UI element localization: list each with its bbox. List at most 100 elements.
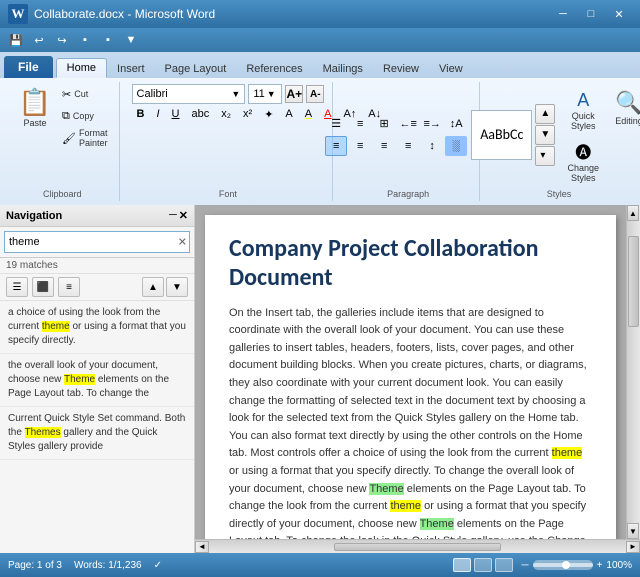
format-painter-button[interactable]: 🖌 Format Painter	[59, 128, 111, 148]
undo-qat-button[interactable]: ↩	[29, 31, 49, 49]
zoom-in-button[interactable]: +	[597, 560, 603, 571]
sort-button[interactable]: ↕A	[445, 114, 467, 134]
navigation-search-input[interactable]	[4, 231, 190, 253]
redo-qat-button[interactable]: ↪	[52, 31, 72, 49]
print-layout-button[interactable]	[453, 558, 471, 572]
search-highlight: theme	[42, 321, 70, 332]
web-layout-button[interactable]	[495, 558, 513, 572]
vertical-scrollbar[interactable]: ▲ ▼	[626, 205, 640, 539]
minimize-button[interactable]: ─	[550, 4, 576, 24]
document-page: Company Project Collaboration Document O…	[205, 215, 616, 539]
nav-close-icon[interactable]: ✕	[179, 209, 188, 222]
close-button[interactable]: ✕	[606, 4, 632, 24]
styles-label: Styles	[484, 189, 634, 199]
change-styles-label: ChangeStyles	[568, 163, 600, 183]
nav-minimize-icon[interactable]: ─	[169, 209, 177, 222]
align-right-button[interactable]: ≡	[373, 136, 395, 156]
scroll-right-button[interactable]: ►	[626, 541, 640, 553]
copy-button[interactable]: ⧉ Copy	[59, 106, 111, 126]
subscript-button[interactable]: x₂	[216, 106, 236, 126]
tab-view[interactable]: View	[429, 60, 473, 78]
font-size-value: 11	[253, 88, 264, 100]
indent-increase-button[interactable]: ≡→	[421, 114, 443, 134]
font-size-decrease-button[interactable]: A-	[306, 85, 324, 103]
nav-result-item[interactable]: a choice of using the look from the curr…	[0, 301, 194, 354]
page-indicator: Page: 1 of 3	[8, 560, 62, 571]
zoom-out-button[interactable]: ─	[521, 560, 528, 571]
font-name-selector[interactable]: Calibri ▼	[132, 84, 246, 104]
full-screen-button[interactable]	[474, 558, 492, 572]
justify-button[interactable]: ≡	[397, 136, 419, 156]
tab-home[interactable]: Home	[56, 58, 107, 78]
theme-highlight-3: theme	[390, 500, 421, 512]
tab-file[interactable]: File	[4, 56, 53, 78]
styles-scroll-down-button[interactable]: ▼	[535, 125, 555, 145]
styles-more-button[interactable]: ▾	[535, 146, 555, 166]
maximize-button[interactable]: □	[578, 4, 604, 24]
nav-results-button[interactable]: ≡	[58, 277, 80, 297]
document-scroll-area[interactable]: Company Project Collaboration Document O…	[195, 205, 626, 539]
nav-result-item[interactable]: the overall look of your document, choos…	[0, 354, 194, 407]
multilevel-list-button[interactable]: ⊞	[373, 114, 395, 134]
tab-references[interactable]: References	[236, 60, 312, 78]
main-area: Navigation ─ ✕ ✕ 19 matches ☰ ⬛ ≡ ▲ ▼ a …	[0, 205, 640, 553]
qat-dropdown-button[interactable]: ▼	[121, 31, 141, 49]
bullets-button[interactable]: ☰	[325, 114, 347, 134]
align-center-button[interactable]: ≡	[349, 136, 371, 156]
qat-btn-4[interactable]: ▪	[75, 31, 95, 49]
tab-insert[interactable]: Insert	[107, 60, 155, 78]
quick-styles-button[interactable]: A QuickStyles	[561, 88, 605, 133]
styles-scroll-up-button[interactable]: ▲	[535, 104, 555, 124]
horizontal-scrollbar[interactable]: ◄ ►	[195, 539, 640, 553]
ribbon-tabs: File Home Insert Page Layout References …	[0, 52, 640, 78]
clear-format-button[interactable]: ✦	[259, 106, 278, 126]
scroll-thumb[interactable]	[628, 236, 639, 327]
change-styles-button[interactable]: 🅐 ChangeStyles	[561, 137, 605, 185]
format-painter-icon: 🖌	[62, 132, 76, 145]
paste-icon: 📋	[19, 86, 51, 118]
nav-next-button[interactable]: ▼	[166, 277, 188, 297]
nav-prev-button[interactable]: ▲	[142, 277, 164, 297]
navigation-search-area: ✕	[0, 227, 194, 258]
zoom-slider[interactable]	[533, 560, 593, 570]
font-name-value: Calibri	[137, 88, 168, 100]
font-size-dropdown-icon: ▼	[267, 89, 276, 99]
line-spacing-button[interactable]: ↕	[421, 136, 443, 156]
qat-btn-5[interactable]: ▪	[98, 31, 118, 49]
search-clear-button[interactable]: ✕	[178, 236, 187, 249]
tab-mailings[interactable]: Mailings	[313, 60, 373, 78]
font-size-selector[interactable]: 11 ▼	[248, 84, 282, 104]
text-highlight-button[interactable]: A	[300, 106, 317, 126]
scroll-left-button[interactable]: ◄	[195, 541, 209, 553]
paste-button[interactable]: 📋 Paste	[14, 84, 56, 148]
underline-button[interactable]: U	[167, 106, 185, 126]
editing-button[interactable]: 🔍 Editing	[611, 88, 640, 128]
nav-headings-button[interactable]: ☰	[6, 277, 28, 297]
editing-icon: 🔍	[615, 90, 640, 116]
word-count: Words: 1/1,236	[74, 560, 142, 571]
strikethrough-button[interactable]: abc	[187, 106, 215, 126]
shading-button[interactable]: ░	[445, 136, 467, 156]
scroll-up-button[interactable]: ▲	[627, 205, 639, 221]
clipboard-group: 📋 Paste ✂ Cut ⧉ Copy 🖌 Format Painter	[6, 82, 120, 201]
nav-result-item[interactable]: Current Quick Style Set command. Both th…	[0, 407, 194, 460]
scroll-down-button[interactable]: ▼	[627, 523, 639, 539]
tab-review[interactable]: Review	[373, 60, 429, 78]
style-preview-area[interactable]: AaBbCc	[471, 110, 532, 160]
tab-page-layout[interactable]: Page Layout	[155, 60, 237, 78]
font-group: Calibri ▼ 11 ▼ A+ A- B I U abc x₂ x² ✦ A	[124, 82, 334, 201]
font-size-increase-button[interactable]: A+	[285, 85, 303, 103]
save-qat-button[interactable]: 💾	[6, 31, 26, 49]
numbering-button[interactable]: ≡	[349, 114, 371, 134]
italic-button[interactable]: I	[151, 106, 164, 126]
align-left-button[interactable]: ≡	[325, 136, 347, 156]
hscroll-thumb[interactable]	[334, 543, 501, 551]
styles-group: AaBbCc ▲ ▼ ▾ A QuickStyles 🅐 ChangeStyle…	[484, 82, 634, 201]
change-styles-icon: 🅐	[575, 139, 591, 163]
text-effects-button[interactable]: A	[280, 106, 297, 126]
superscript-button[interactable]: x²	[238, 106, 257, 126]
bold-button[interactable]: B	[132, 106, 150, 126]
cut-button[interactable]: ✂ Cut	[59, 84, 111, 104]
indent-decrease-button[interactable]: ←≡	[397, 114, 419, 134]
nav-pages-button[interactable]: ⬛	[32, 277, 54, 297]
